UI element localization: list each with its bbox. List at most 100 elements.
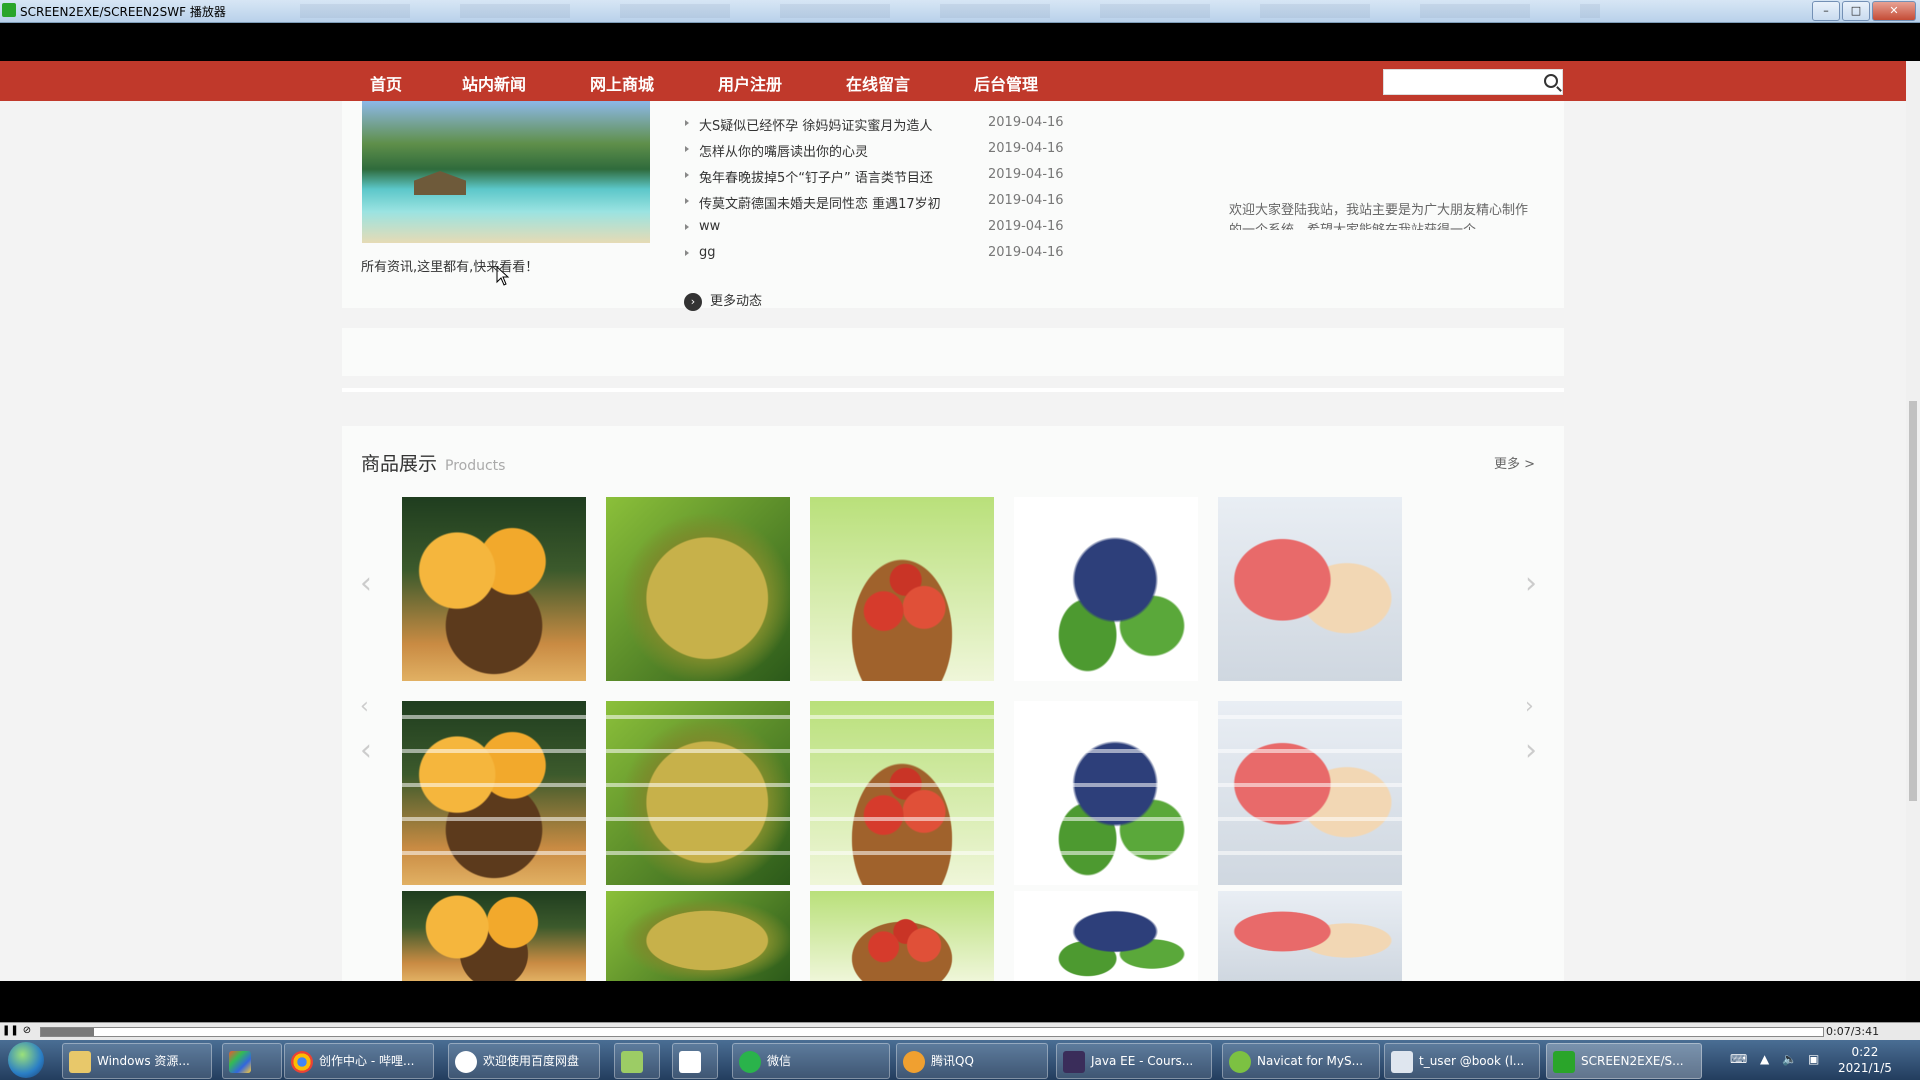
taskbar-item-navicat[interactable]: Navicat for MyS... xyxy=(1222,1043,1380,1079)
nav-item-shop[interactable]: 网上商城 xyxy=(590,71,654,95)
chevron-left-icon[interactable]: ‹ xyxy=(360,566,372,601)
background-tabs-ghost xyxy=(300,4,1600,18)
more-news-link[interactable]: › 更多动态 xyxy=(684,290,762,311)
product-image-durian[interactable] xyxy=(606,891,790,981)
task-label: Java EE - Cours... xyxy=(1091,1054,1194,1068)
task-label: t_user @book (l... xyxy=(1419,1054,1525,1068)
taskbar-item-table[interactable]: t_user @book (l... xyxy=(1384,1043,1540,1079)
player-controls: ❚❚ ⊘ 0:07/3:41 xyxy=(0,1022,1920,1041)
table-icon xyxy=(1391,1050,1413,1073)
player-viewport: 首页 站内新闻 网上商城 用户注册 在线留言 后台管理 所有资讯,这里都有,快来… xyxy=(0,61,1920,981)
news-title[interactable]: 怎样从你的嘴唇读出你的心灵 xyxy=(699,141,868,160)
app-icon xyxy=(2,3,16,17)
nav-item-register[interactable]: 用户注册 xyxy=(718,71,782,95)
taskbar-item-wechat[interactable]: 微信 xyxy=(732,1043,890,1079)
taskbar-item-app2[interactable] xyxy=(672,1043,718,1079)
close-button[interactable]: ✕ xyxy=(1872,1,1916,21)
taskbar-item-chrome[interactable]: 创作中心 - 哔哩... xyxy=(284,1043,434,1079)
player-icon xyxy=(1553,1050,1575,1073)
search-input[interactable] xyxy=(1384,70,1542,92)
task-label: Navicat for MyS... xyxy=(1257,1054,1364,1068)
products-title-en: Products xyxy=(445,458,506,474)
nav-item-home[interactable]: 首页 xyxy=(370,71,402,95)
news-item[interactable]: 怎样从你的嘴唇读出你的心灵 2019-04-16 xyxy=(682,139,1082,165)
taskbar-item-baidu[interactable]: 欢迎使用百度网盘 xyxy=(448,1043,600,1079)
news-title[interactable]: gg xyxy=(699,245,716,260)
nav-item-admin[interactable]: 后台管理 xyxy=(974,71,1038,95)
window-title-bar: SCREEN2EXE/SCREEN2SWF 播放器 – □ ✕ xyxy=(0,0,1920,23)
navicat-icon xyxy=(1229,1050,1251,1073)
product-image-apple[interactable] xyxy=(810,891,994,981)
news-title[interactable]: 兔年春晚拔掉5个“钉子户” 语言类节目还 xyxy=(699,167,933,186)
task-label: 腾讯QQ xyxy=(931,1054,974,1068)
news-title[interactable]: ww xyxy=(699,219,720,234)
maximize-button[interactable]: □ xyxy=(1842,1,1870,21)
clock[interactable]: 0:22 2021/1/5 xyxy=(1838,1044,1892,1076)
taskbar-item-notepad[interactable] xyxy=(614,1043,660,1079)
product-image-grape[interactable] xyxy=(1014,701,1198,885)
product-image-mango[interactable] xyxy=(402,701,586,885)
product-image-peach[interactable] xyxy=(1218,701,1402,885)
news-title[interactable]: 大S疑似已经怀孕 徐妈妈证实蜜月为造人 xyxy=(699,115,932,134)
chevron-left-icon[interactable]: ‹ xyxy=(360,733,372,768)
product-image-apple[interactable] xyxy=(810,497,994,681)
taskbar-item-app[interactable] xyxy=(222,1043,282,1079)
stop-icon[interactable]: ⊘ xyxy=(20,1024,34,1038)
news-item[interactable]: ww 2019-04-16 xyxy=(682,217,1082,243)
vertical-scrollbar[interactable] xyxy=(1906,61,1920,981)
app-icon xyxy=(229,1050,251,1073)
product-image-mango[interactable] xyxy=(402,891,586,981)
news-item[interactable]: 大S疑似已经怀孕 徐妈妈证实蜜月为造人 2019-04-16 xyxy=(682,113,1082,139)
nav-item-news[interactable]: 站内新闻 xyxy=(462,71,526,95)
taskbar-item-qq[interactable]: 腾讯QQ xyxy=(896,1043,1048,1079)
folder-icon xyxy=(69,1050,91,1073)
chevron-right-icon[interactable]: › xyxy=(1525,566,1537,601)
products-title: 商品展示 Products xyxy=(361,449,505,476)
tray-expand-icon[interactable]: ▲ xyxy=(1760,1052,1769,1066)
products-more-link[interactable]: 更多 > xyxy=(1494,453,1535,472)
cloud-icon xyxy=(455,1050,477,1073)
news-date: 2019-04-16 xyxy=(988,193,1064,208)
progress-bar[interactable] xyxy=(40,1027,1824,1037)
product-image-grape[interactable] xyxy=(1014,497,1198,681)
task-label: 创作中心 - 哔哩... xyxy=(319,1054,415,1068)
product-image-peach[interactable] xyxy=(1218,891,1402,981)
news-item[interactable]: gg 2019-04-16 xyxy=(682,243,1082,269)
wechat-icon xyxy=(739,1050,761,1073)
nav-item-message[interactable]: 在线留言 xyxy=(846,71,910,95)
keyboard-icon[interactable]: ⌨ xyxy=(1730,1052,1747,1066)
product-image-peach[interactable] xyxy=(1218,497,1402,681)
news-item[interactable]: 传莫文蔚德国未婚夫是同性恋 重遇17岁初 2019-04-16 xyxy=(682,191,1082,217)
volume-icon[interactable]: 🔈 xyxy=(1782,1052,1797,1066)
playback-time: 0:07/3:41 xyxy=(1826,1025,1880,1038)
product-image-apple[interactable] xyxy=(810,701,994,885)
taskbar-item-screen2exe[interactable]: SCREEN2EXE/S... xyxy=(1546,1043,1702,1079)
pause-icon[interactable]: ❚❚ xyxy=(2,1024,19,1038)
start-button[interactable] xyxy=(8,1042,44,1078)
minimize-button[interactable]: – xyxy=(1812,1,1840,21)
news-date: 2019-04-16 xyxy=(988,115,1064,130)
chevron-right-icon[interactable]: › xyxy=(1525,733,1537,768)
task-label: 欢迎使用百度网盘 xyxy=(483,1054,580,1068)
taskbar: Windows 资源... 创作中心 - 哔哩... 欢迎使用百度网盘 微信 腾… xyxy=(0,1040,1920,1080)
product-image-grape[interactable] xyxy=(1014,891,1198,981)
product-image-durian[interactable] xyxy=(606,701,790,885)
search-icon[interactable] xyxy=(1544,74,1558,88)
taskbar-item-explorer[interactable]: Windows 资源... xyxy=(62,1043,212,1079)
product-image-mango[interactable] xyxy=(402,497,586,681)
news-item[interactable]: 兔年春晚拔掉5个“钉子户” 语言类节目还 2019-04-16 xyxy=(682,165,1082,191)
news-list: 大S疑似已经怀孕 徐妈妈证实蜜月为造人 2019-04-16 怎样从你的嘴唇读出你… xyxy=(682,113,1082,269)
news-date: 2019-04-16 xyxy=(988,141,1064,156)
product-image-durian[interactable] xyxy=(606,497,790,681)
news-title[interactable]: 传莫文蔚德国未婚夫是同性恋 重遇17岁初 xyxy=(699,193,941,212)
news-image[interactable] xyxy=(362,101,650,243)
network-icon[interactable]: ▣ xyxy=(1808,1052,1819,1066)
chevron-right-icon[interactable]: › xyxy=(1525,694,1534,719)
chevron-left-icon[interactable]: ‹ xyxy=(360,694,369,719)
more-news-label: 更多动态 xyxy=(710,294,763,309)
news-date: 2019-04-16 xyxy=(988,245,1064,260)
notepad-icon xyxy=(621,1050,643,1073)
taskbar-item-eclipse[interactable]: Java EE - Cours... xyxy=(1056,1043,1212,1079)
scrollbar-thumb[interactable] xyxy=(1909,401,1917,801)
task-label: SCREEN2EXE/S... xyxy=(1581,1054,1684,1068)
